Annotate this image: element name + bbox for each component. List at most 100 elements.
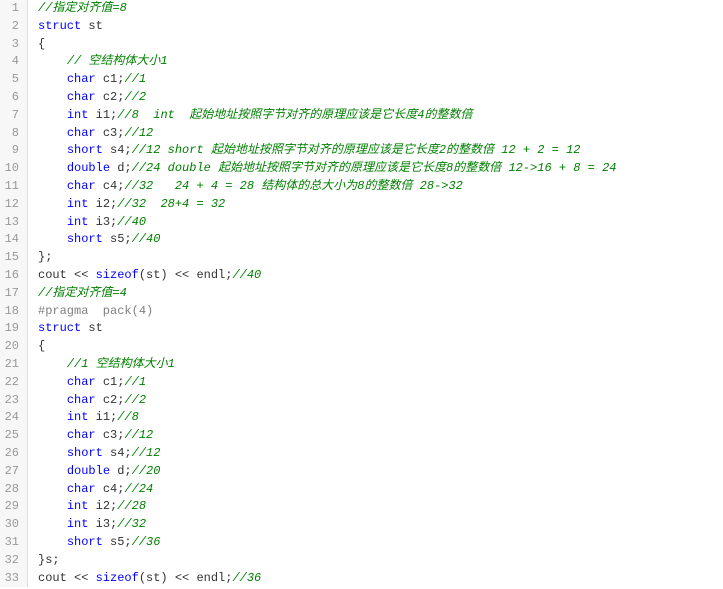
line-number: 30 — [4, 516, 19, 534]
code-line: short s4;//12 short 起始地址按照字节对齐的原理应该是它长度2… — [38, 142, 723, 160]
code-token: i2; — [88, 499, 117, 513]
line-number: 9 — [4, 142, 19, 160]
code-line: //1 空结构体大小1 — [38, 356, 723, 374]
code-token: int — [67, 108, 89, 122]
code-token: short — [67, 143, 103, 157]
code-token: //28 — [117, 499, 146, 513]
code-token — [38, 446, 67, 460]
code-line: double d;//24 double 起始地址按照字节对齐的原理应该是它长度… — [38, 160, 723, 178]
line-number: 11 — [4, 178, 19, 196]
code-token: //40 — [117, 215, 146, 229]
code-token: s4; — [103, 143, 132, 157]
line-number: 1 — [4, 0, 19, 18]
code-token: int — [67, 499, 89, 513]
code-token: #pragma pack(4) — [38, 304, 153, 318]
code-token: i2; — [88, 197, 117, 211]
code-token: //12 — [124, 126, 153, 140]
code-token: char — [67, 126, 96, 140]
code-line: char c2;//2 — [38, 392, 723, 410]
code-line: char c3;//12 — [38, 125, 723, 143]
code-token: char — [67, 428, 96, 442]
line-number: 27 — [4, 463, 19, 481]
code-token: sizeof — [96, 268, 139, 282]
code-token: //指定对齐值=4 — [38, 286, 127, 300]
code-token: (st) << endl; — [139, 268, 233, 282]
code-token: //12 — [124, 428, 153, 442]
line-number: 33 — [4, 570, 19, 588]
code-line: short s5;//36 — [38, 534, 723, 552]
code-line: int i1;//8 — [38, 409, 723, 427]
code-line: cout << sizeof(st) << endl;//36 — [38, 570, 723, 588]
code-token: st — [81, 19, 103, 33]
code-line: int i3;//32 — [38, 516, 723, 534]
code-token: c3; — [96, 126, 125, 140]
code-token: //32 28+4 = 32 — [117, 197, 225, 211]
code-line: struct st — [38, 18, 723, 36]
line-number: 20 — [4, 338, 19, 356]
line-number: 28 — [4, 481, 19, 499]
line-number: 8 — [4, 125, 19, 143]
code-token: //32 24 + 4 = 28 结构体的总大小为8的整数倍 28->32 — [124, 179, 462, 193]
code-token: //12 short 起始地址按照字节对齐的原理应该是它长度2的整数倍 12 +… — [132, 143, 581, 157]
line-number: 15 — [4, 249, 19, 267]
code-token — [38, 464, 67, 478]
code-token: //40 — [132, 232, 161, 246]
code-token: //8 int 起始地址按照字节对齐的原理应该是它长度4的整数倍 — [117, 108, 472, 122]
code-token: { — [38, 339, 45, 353]
code-token — [38, 179, 67, 193]
code-token: c3; — [96, 428, 125, 442]
line-number: 5 — [4, 71, 19, 89]
code-token: { — [38, 37, 45, 51]
line-number: 16 — [4, 267, 19, 285]
code-token: //24 — [124, 482, 153, 496]
code-line: // 空结构体大小1 — [38, 53, 723, 71]
line-number: 4 — [4, 53, 19, 71]
line-number: 32 — [4, 552, 19, 570]
code-token: //1 — [124, 72, 146, 86]
code-token: }s; — [38, 553, 60, 567]
code-line: char c1;//1 — [38, 71, 723, 89]
code-line: int i3;//40 — [38, 214, 723, 232]
code-token — [38, 535, 67, 549]
line-number: 17 — [4, 285, 19, 303]
line-number-gutter: 1234567891011121314151617181920212223242… — [0, 0, 28, 587]
code-line: struct st — [38, 320, 723, 338]
code-token — [38, 517, 67, 531]
code-line: //指定对齐值=4 — [38, 285, 723, 303]
line-number: 31 — [4, 534, 19, 552]
code-token: s4; — [103, 446, 132, 460]
code-token — [38, 357, 67, 371]
code-token: struct — [38, 19, 81, 33]
line-number: 18 — [4, 303, 19, 321]
code-token — [38, 126, 67, 140]
code-line: }s; — [38, 552, 723, 570]
code-token: //24 double 起始地址按照字节对齐的原理应该是它长度8的整数倍 12-… — [132, 161, 617, 175]
code-line: char c3;//12 — [38, 427, 723, 445]
code-line: char c2;//2 — [38, 89, 723, 107]
code-token: struct — [38, 321, 81, 335]
code-line: #pragma pack(4) — [38, 303, 723, 321]
code-token — [38, 90, 67, 104]
code-token: i3; — [88, 215, 117, 229]
line-number: 24 — [4, 409, 19, 427]
code-line: int i2;//28 — [38, 498, 723, 516]
line-number: 25 — [4, 427, 19, 445]
code-token — [38, 197, 67, 211]
code-token: s5; — [103, 535, 132, 549]
code-token: char — [67, 482, 96, 496]
code-token: //20 — [132, 464, 161, 478]
code-token: double — [67, 464, 110, 478]
code-line: short s5;//40 — [38, 231, 723, 249]
code-token: d; — [110, 161, 132, 175]
code-token: //1 空结构体大小1 — [67, 357, 175, 371]
code-token: int — [67, 410, 89, 424]
code-line: { — [38, 338, 723, 356]
line-number: 22 — [4, 374, 19, 392]
line-number: 23 — [4, 392, 19, 410]
code-token: short — [67, 232, 103, 246]
code-line: cout << sizeof(st) << endl;//40 — [38, 267, 723, 285]
code-token: char — [67, 72, 96, 86]
code-token: //36 — [132, 535, 161, 549]
code-line: char c4;//24 — [38, 481, 723, 499]
code-token: char — [67, 90, 96, 104]
